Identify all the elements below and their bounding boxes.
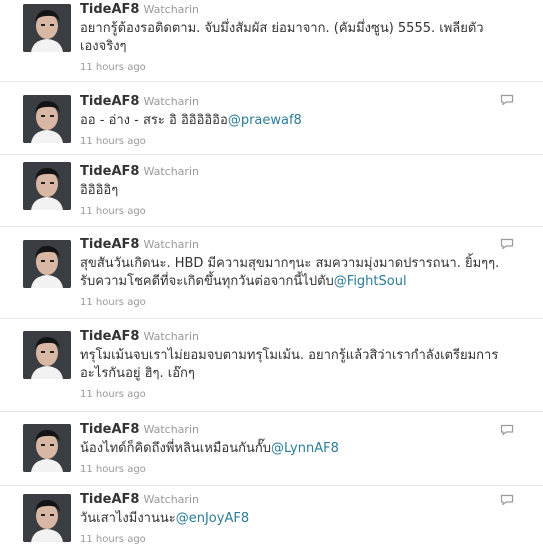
avatar[interactable] bbox=[23, 494, 71, 542]
mention-link[interactable]: @LynnAF8 bbox=[271, 441, 339, 456]
avatar[interactable] bbox=[23, 4, 71, 52]
screen-name[interactable]: TideAF8 bbox=[80, 2, 139, 17]
reply-speech-bubble-icon[interactable] bbox=[500, 94, 514, 106]
avatar[interactable] bbox=[23, 162, 71, 210]
reply-speech-bubble-icon[interactable] bbox=[500, 238, 514, 250]
tweet-header: TideAF8 Watcharin bbox=[80, 422, 513, 438]
screen-name[interactable]: TideAF8 bbox=[80, 492, 139, 507]
tweet-item: TideAF8 Watcharin วันเสาไงมีงานนะ@enJoyAF… bbox=[0, 486, 543, 554]
reply-speech-bubble-icon[interactable] bbox=[500, 424, 514, 436]
tweet-timestamp[interactable]: 11 hours ago bbox=[80, 296, 513, 309]
tweet-timeline: TideAF8 Watcharin อยากรู้ต้องรอติดตาม. จั… bbox=[0, 0, 543, 554]
tweet-item: TideAF8 Watcharin น้องไทด์ก็คิดถึงพี่หลิน… bbox=[0, 412, 543, 486]
tweet-item: TideAF8 Watcharin อิอิอิอิๆ 11 hours ago bbox=[0, 155, 543, 227]
reply-speech-bubble-icon[interactable] bbox=[500, 494, 514, 506]
tweet-text-line: สุขสันวันเกิดนะ. HBD มีความสุขมากๆนะ สมค… bbox=[80, 256, 500, 271]
tweet-text: ออ - อ่าง - สระ อิ อิอิอิอิอิอ@praewaf8 bbox=[80, 112, 513, 130]
tweet-text-line: วันเสาไงมีงานนะ bbox=[80, 511, 176, 526]
tweet-text-line: อยากรู้ต้องรอติดตาม. จับมึ่งสัมผัส ย่อมา… bbox=[80, 21, 484, 36]
tweet-header: TideAF8 Watcharin bbox=[80, 2, 513, 18]
tweet-timestamp[interactable]: 11 hours ago bbox=[80, 463, 513, 476]
full-name: Watcharin bbox=[143, 493, 199, 506]
tweet-item: TideAF8 Watcharin สุขสันวันเกิดนะ. HBD มี… bbox=[0, 227, 543, 319]
tweet-timestamp[interactable]: 11 hours ago bbox=[80, 205, 513, 218]
tweet-text-line: รับความโชคดีที่จะเกิดขึ้นทุกวันต่อจากนี้… bbox=[80, 274, 334, 289]
tweet-text: ทรุโมเม้นจบเราไม่ยอมจบตามทรุโมเม้น. อยาก… bbox=[80, 347, 513, 383]
tweet-item: TideAF8 Watcharin อยากรู้ต้องรอติดตาม. จั… bbox=[0, 0, 543, 82]
avatar[interactable] bbox=[23, 240, 71, 288]
tweet-timestamp[interactable]: 11 hours ago bbox=[80, 61, 513, 74]
tweet-text-line: ทรุโมเม้นจบเราไม่ยอมจบตามทรุโมเม้น. อยาก… bbox=[80, 348, 499, 363]
tweet-text: สุขสันวันเกิดนะ. HBD มีความสุขมากๆนะ สมค… bbox=[80, 255, 513, 291]
tweet-timestamp[interactable]: 11 hours ago bbox=[80, 533, 513, 546]
screen-name[interactable]: TideAF8 bbox=[80, 237, 139, 252]
tweet-timestamp[interactable]: 11 hours ago bbox=[80, 135, 513, 148]
tweet-timestamp[interactable]: 11 hours ago bbox=[80, 388, 513, 401]
mention-link[interactable]: @enJoyAF8 bbox=[176, 511, 249, 526]
tweet-header: TideAF8 Watcharin bbox=[80, 329, 513, 345]
tweet-text-line: อิอิอิอิๆ bbox=[80, 183, 119, 198]
tweet-item: TideAF8 Watcharin ทรุโมเม้นจบเราไม่ยอมจบต… bbox=[0, 319, 543, 412]
tweet-text: น้องไทด์ก็คิดถึงพี่หลินเหมือนกันกั๊บ@Lyn… bbox=[80, 440, 513, 458]
avatar[interactable] bbox=[23, 331, 71, 379]
tweet-text-line: ออ - อ่าง - สระ อิ อิอิอิอิอิอ bbox=[80, 113, 228, 128]
tweet-text: อยากรู้ต้องรอติดตาม. จับมึ่งสัมผัส ย่อมา… bbox=[80, 20, 513, 56]
full-name: Watcharin bbox=[143, 423, 199, 436]
tweet-header: TideAF8 Watcharin bbox=[80, 237, 513, 253]
screen-name[interactable]: TideAF8 bbox=[80, 164, 139, 179]
tweet-text-line: น้องไทด์ก็คิดถึงพี่หลินเหมือนกันกั๊บ bbox=[80, 441, 271, 456]
full-name: Watcharin bbox=[143, 238, 199, 251]
tweet-header: TideAF8 Watcharin bbox=[80, 94, 513, 110]
screen-name[interactable]: TideAF8 bbox=[80, 422, 139, 437]
tweet-text-line: เองจริงๆ bbox=[80, 39, 127, 54]
tweet-header: TideAF8 Watcharin bbox=[80, 164, 513, 180]
full-name: Watcharin bbox=[143, 330, 199, 343]
tweet-text: วันเสาไงมีงานนะ@enJoyAF8 bbox=[80, 510, 513, 528]
mention-link[interactable]: @praewaf8 bbox=[228, 113, 302, 128]
tweet-header: TideAF8 Watcharin bbox=[80, 492, 513, 508]
full-name: Watcharin bbox=[143, 95, 199, 108]
avatar[interactable] bbox=[23, 95, 71, 143]
full-name: Watcharin bbox=[143, 165, 199, 178]
screen-name[interactable]: TideAF8 bbox=[80, 329, 139, 344]
screen-name[interactable]: TideAF8 bbox=[80, 94, 139, 109]
full-name: Watcharin bbox=[143, 3, 199, 16]
tweet-item: TideAF8 Watcharin ออ - อ่าง - สระ อิ อิอิ… bbox=[0, 82, 543, 155]
mention-link[interactable]: @FightSoul bbox=[334, 274, 407, 289]
avatar[interactable] bbox=[23, 424, 71, 472]
tweet-text-line: อะไรกันอยู่ ฮิๆ. เอ๊กๆ bbox=[80, 366, 195, 381]
tweet-text: อิอิอิอิๆ bbox=[80, 182, 513, 200]
